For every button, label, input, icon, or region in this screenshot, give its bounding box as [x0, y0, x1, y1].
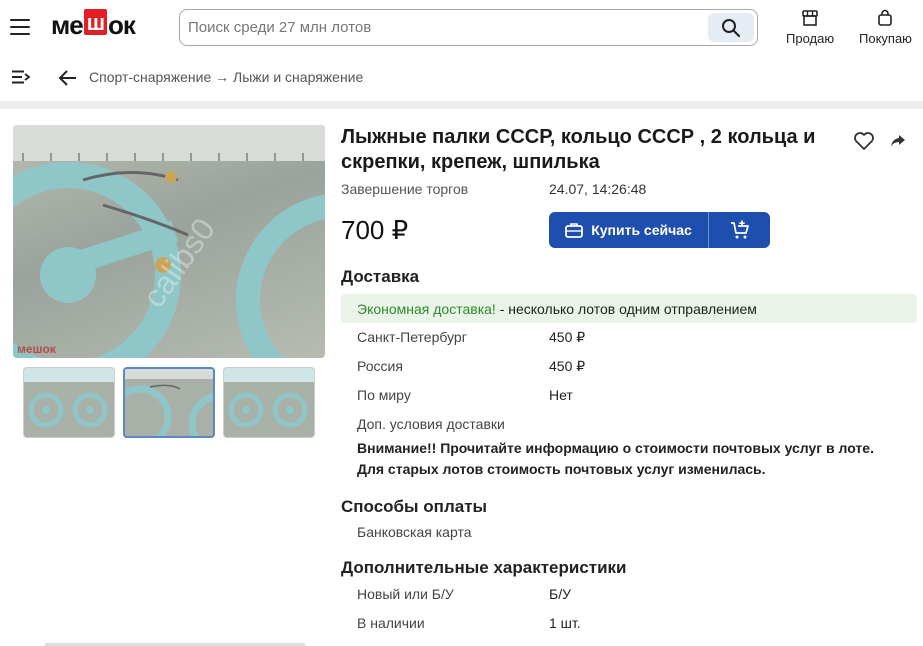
buy-nav-button[interactable]: Покупаю	[859, 9, 912, 46]
price: 700 ₽	[341, 215, 409, 245]
buy-now-group: Купить сейчас	[549, 212, 770, 248]
photo-illustration: calibs0 мешок	[13, 125, 325, 358]
add-to-cart-button[interactable]	[709, 212, 770, 248]
payment-heading: Способы оплаты	[341, 497, 488, 516]
search-input[interactable]	[188, 10, 698, 45]
arrow-left-icon[interactable]	[57, 67, 79, 89]
sell-label: Продаю	[786, 31, 835, 46]
main-photo[interactable]: calibs0 мешок	[13, 125, 325, 358]
characteristic-label: В наличии	[357, 615, 425, 631]
extra-delivery-label: Доп. условия доставки	[357, 416, 505, 432]
characteristics-heading: Дополнительные характеристики	[341, 558, 627, 577]
site-logo[interactable]: ме ш ок	[51, 8, 136, 42]
thumbnail-1[interactable]	[23, 367, 115, 438]
lot-title: Лыжные палки СССР, кольцо СССР , 2 кольц…	[341, 126, 816, 173]
thumbnail-2[interactable]	[123, 367, 215, 438]
top-bar: мешок Продаю Покупаю	[0, 0, 923, 55]
cart-plus-icon	[730, 220, 749, 239]
delivery-row-value: 450 ₽	[549, 358, 586, 374]
shop-icon	[802, 10, 818, 26]
buy-now-button[interactable]: Купить сейчас	[549, 212, 709, 248]
delivery-heading: Доставка	[341, 267, 420, 286]
delivery-row-value: Нет	[549, 387, 573, 403]
heart-icon[interactable]	[853, 131, 875, 151]
buy-nav-label: Покупаю	[859, 31, 912, 46]
eco-delivery-banner: Экономная доставка! - несколько лотов од…	[341, 294, 917, 323]
delivery-row-label: Санкт-Петербург	[357, 329, 467, 345]
auction-end-value: 24.07, 14:26:48	[549, 181, 647, 197]
menu-icon[interactable]	[10, 19, 30, 35]
buy-now-label: Купить сейчас	[591, 222, 692, 238]
delivery-row-value: 450 ₽	[549, 329, 586, 345]
thumbnail-image	[24, 368, 114, 428]
auction-end-label: Завершение торгов	[341, 181, 469, 197]
logo-highlight: ш	[83, 9, 108, 35]
sell-button[interactable]: Продаю	[786, 9, 834, 46]
breadcrumb-bar: Спорт-снаряжение → Лыжи и снаряжение	[0, 55, 923, 101]
thumbnail-image	[224, 368, 314, 428]
characteristic-value: Б/У	[549, 586, 571, 602]
eco-highlight: Экономная доставка!	[357, 301, 496, 317]
logo-prefix: ме	[51, 9, 84, 40]
divider	[0, 101, 923, 109]
bag-icon	[878, 9, 893, 26]
search-icon	[722, 18, 741, 37]
delivery-row-label: По миру	[357, 387, 411, 403]
delivery-row-label: Россия	[357, 358, 403, 374]
delivery-notice: Внимание!! Прочитайте информацию о стоим…	[357, 440, 874, 477]
image-logo: мешок	[17, 342, 57, 356]
list-menu-icon[interactable]	[11, 70, 31, 84]
lot-card: calibs0 мешок Лыжные палки СССР, кольцо …	[0, 109, 923, 646]
thumbnail-3[interactable]	[223, 367, 315, 438]
eco-text: - несколько лотов одним отправлением	[495, 301, 757, 317]
characteristic-label: Новый или Б/У	[357, 586, 454, 602]
search-box	[179, 9, 758, 46]
breadcrumb[interactable]: Спорт-снаряжение → Лыжи и снаряжение	[89, 69, 363, 85]
search-button[interactable]	[708, 13, 754, 42]
briefcase-icon	[565, 223, 584, 238]
characteristic-value: 1 шт.	[549, 615, 581, 631]
logo-suffix: ок	[108, 9, 136, 40]
share-icon[interactable]	[889, 133, 907, 149]
payment-method: Банковская карта	[357, 524, 472, 540]
thumbnail-image	[125, 369, 213, 436]
